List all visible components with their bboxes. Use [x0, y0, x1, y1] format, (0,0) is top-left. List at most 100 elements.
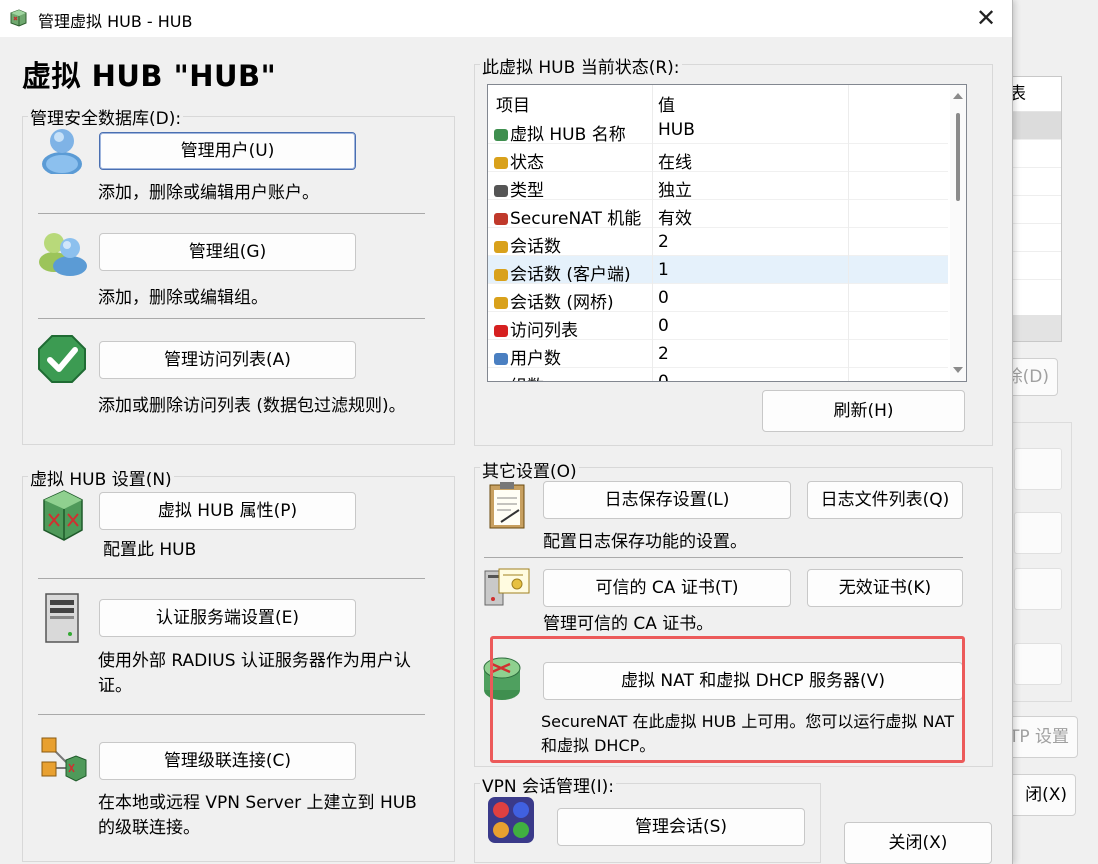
trusted-ca-button[interactable]: 可信的 CA 证书(T): [543, 569, 791, 607]
divider: [38, 714, 425, 715]
status-item-label: 虚拟 HUB 名称: [510, 125, 626, 145]
auth-server-settings-button[interactable]: 认证服务端设置(E): [99, 599, 356, 637]
status-row[interactable]: 会话数 2: [488, 228, 948, 257]
status-row[interactable]: 访问列表 0: [488, 312, 948, 341]
close-icon[interactable]: ✕: [960, 0, 1012, 37]
manage-users-button[interactable]: 管理用户(U): [99, 132, 356, 170]
status-row[interactable]: SecureNAT 机能 有效: [488, 200, 948, 229]
title-bar: 管理虚拟 HUB - HUB ✕: [0, 0, 1012, 37]
status-value-cell: 有效: [658, 209, 692, 229]
column-header-item[interactable]: 项目: [496, 91, 530, 116]
hub-settings-label: 虚拟 HUB 设置(N): [28, 465, 174, 490]
user-small-icon: [494, 353, 508, 365]
manage-groups-button[interactable]: 管理组(G): [99, 233, 356, 271]
session-icon: [494, 241, 508, 253]
auth-server-settings-desc: 使用外部 RADIUS 认证服务器作为用户认证。: [98, 651, 411, 696]
status-value-cell: HUB: [658, 120, 695, 140]
session-bridge-icon: [494, 297, 508, 309]
revoked-certs-button[interactable]: 无效证书(K): [807, 569, 963, 607]
divider: [38, 213, 425, 214]
status-value-cell: 0: [658, 372, 669, 382]
hub-title: 虚拟 HUB "HUB": [22, 59, 277, 93]
manage-cascade-desc: 在本地或远程 VPN Server 上建立到 HUB 的级联连接。: [98, 793, 417, 838]
status-row[interactable]: 会话数 (客户端) 1: [488, 256, 948, 285]
hub-app-icon: [10, 9, 27, 27]
hub-small-icon: [494, 129, 508, 141]
status-value-cell: 0: [658, 316, 669, 336]
status-item-label: SecureNAT 机能: [510, 209, 642, 229]
status-list[interactable]: 项目 值 虚拟 HUB 名称 HUB 状态 在线 类型 独立 SecureNAT 机能 有效会…: [487, 84, 967, 382]
scroll-thumb[interactable]: [956, 113, 960, 201]
manage-sessions-button[interactable]: 管理会话(S): [557, 808, 805, 846]
no-entry-icon: [494, 325, 508, 337]
divider: [38, 578, 425, 579]
status-row[interactable]: 类型 独立: [488, 172, 948, 201]
status-value-cell: 1: [658, 260, 669, 280]
session-client-icon: [494, 269, 508, 281]
shield-check-icon: [38, 335, 86, 383]
manage-hub-dialog: 管理虚拟 HUB - HUB ✕ 虚拟 HUB "HUB" 管理安全数据库(D)…: [0, 0, 1013, 864]
status-item-cell: 用户数: [494, 344, 649, 369]
divider: [484, 557, 963, 558]
status-value-cell: 2: [658, 232, 669, 252]
status-item-label: 访问列表: [510, 321, 578, 341]
log-settings-button[interactable]: 日志保存设置(L): [543, 481, 791, 519]
refresh-button[interactable]: 刷新(H): [762, 390, 965, 432]
status-item-cell: 会话数 (网桥): [494, 288, 649, 313]
status-row[interactable]: 虚拟 HUB 名称 HUB: [488, 116, 948, 145]
status-row[interactable]: 用户数 2: [488, 340, 948, 369]
highlight-annotation: [490, 636, 965, 763]
status-row[interactable]: 状态 在线: [488, 144, 948, 173]
user-icon: [42, 129, 82, 174]
status-item-label: 会话数 (客户端): [510, 265, 631, 285]
status-item-cell: SecureNAT 机能: [494, 204, 649, 229]
manage-groups-desc: 添加，删除或编辑组。: [98, 288, 268, 308]
status-item-cell: 类型: [494, 176, 649, 201]
session-grid-icon: [488, 797, 534, 843]
status-scrollbar[interactable]: [950, 85, 966, 381]
cascade-icon: [41, 737, 87, 782]
close-button[interactable]: 关闭(X): [844, 822, 992, 864]
status-item-cell: 组数: [494, 372, 649, 382]
status-item-cell: 会话数 (客户端): [494, 260, 649, 285]
trusted-ca-desc: 管理可信的 CA 证书。: [543, 614, 714, 634]
status-item-label: 状态: [510, 153, 544, 173]
status-item-cell: 状态: [494, 148, 649, 173]
group-small-icon: [494, 381, 508, 382]
status-item-cell: 虚拟 HUB 名称: [494, 120, 649, 145]
manage-cascade-button[interactable]: 管理级联连接(C): [99, 742, 356, 780]
session-mgmt-label: VPN 会话管理(I):: [480, 772, 617, 797]
log-file-list-button[interactable]: 日志文件列表(Q): [807, 481, 963, 519]
certificate-icon: [484, 568, 530, 606]
scroll-down-arrow-icon[interactable]: [953, 367, 963, 373]
status-value-cell: 在线: [658, 153, 692, 173]
status-item-cell: 访问列表: [494, 316, 649, 341]
group-icon: [39, 233, 87, 276]
status-item-label: 用户数: [510, 349, 561, 369]
manage-users-desc: 添加，删除或编辑用户账户。: [98, 183, 319, 203]
server-icon: [45, 593, 79, 643]
status-icon: [494, 157, 508, 169]
status-value-cell: 独立: [658, 181, 692, 201]
status-rows: 虚拟 HUB 名称 HUB 状态 在线 类型 独立 SecureNAT 机能 有效 会话数 2 会话…: [488, 116, 948, 382]
clipboard-log-icon: [489, 482, 525, 529]
manage-access-list-desc: 添加或删除访问列表 (数据包过滤规则)。: [98, 396, 406, 416]
status-item-label: 会话数: [510, 237, 561, 257]
manage-access-list-button[interactable]: 管理访问列表(A): [99, 341, 356, 379]
hub-properties-desc: 配置此 HUB: [103, 540, 197, 560]
hub-properties-button[interactable]: 虚拟 HUB 属性(P): [99, 492, 356, 530]
divider: [38, 318, 425, 319]
status-item-label: 类型: [510, 181, 544, 201]
status-row[interactable]: 组数 0: [488, 368, 948, 382]
column-header-value[interactable]: 值: [658, 91, 675, 116]
status-item-label: 组数: [510, 377, 544, 381]
status-item-label: 会话数 (网桥): [510, 293, 614, 313]
status-value-cell: 0: [658, 288, 669, 308]
status-value-cell: 2: [658, 344, 669, 364]
scroll-up-arrow-icon[interactable]: [953, 93, 963, 99]
hub-icon: [43, 490, 83, 541]
status-item-cell: 会话数: [494, 232, 649, 257]
status-list-header: 项目 值: [488, 85, 948, 116]
status-row[interactable]: 会话数 (网桥) 0: [488, 284, 948, 313]
other-settings-label: 其它设置(O): [480, 457, 579, 482]
